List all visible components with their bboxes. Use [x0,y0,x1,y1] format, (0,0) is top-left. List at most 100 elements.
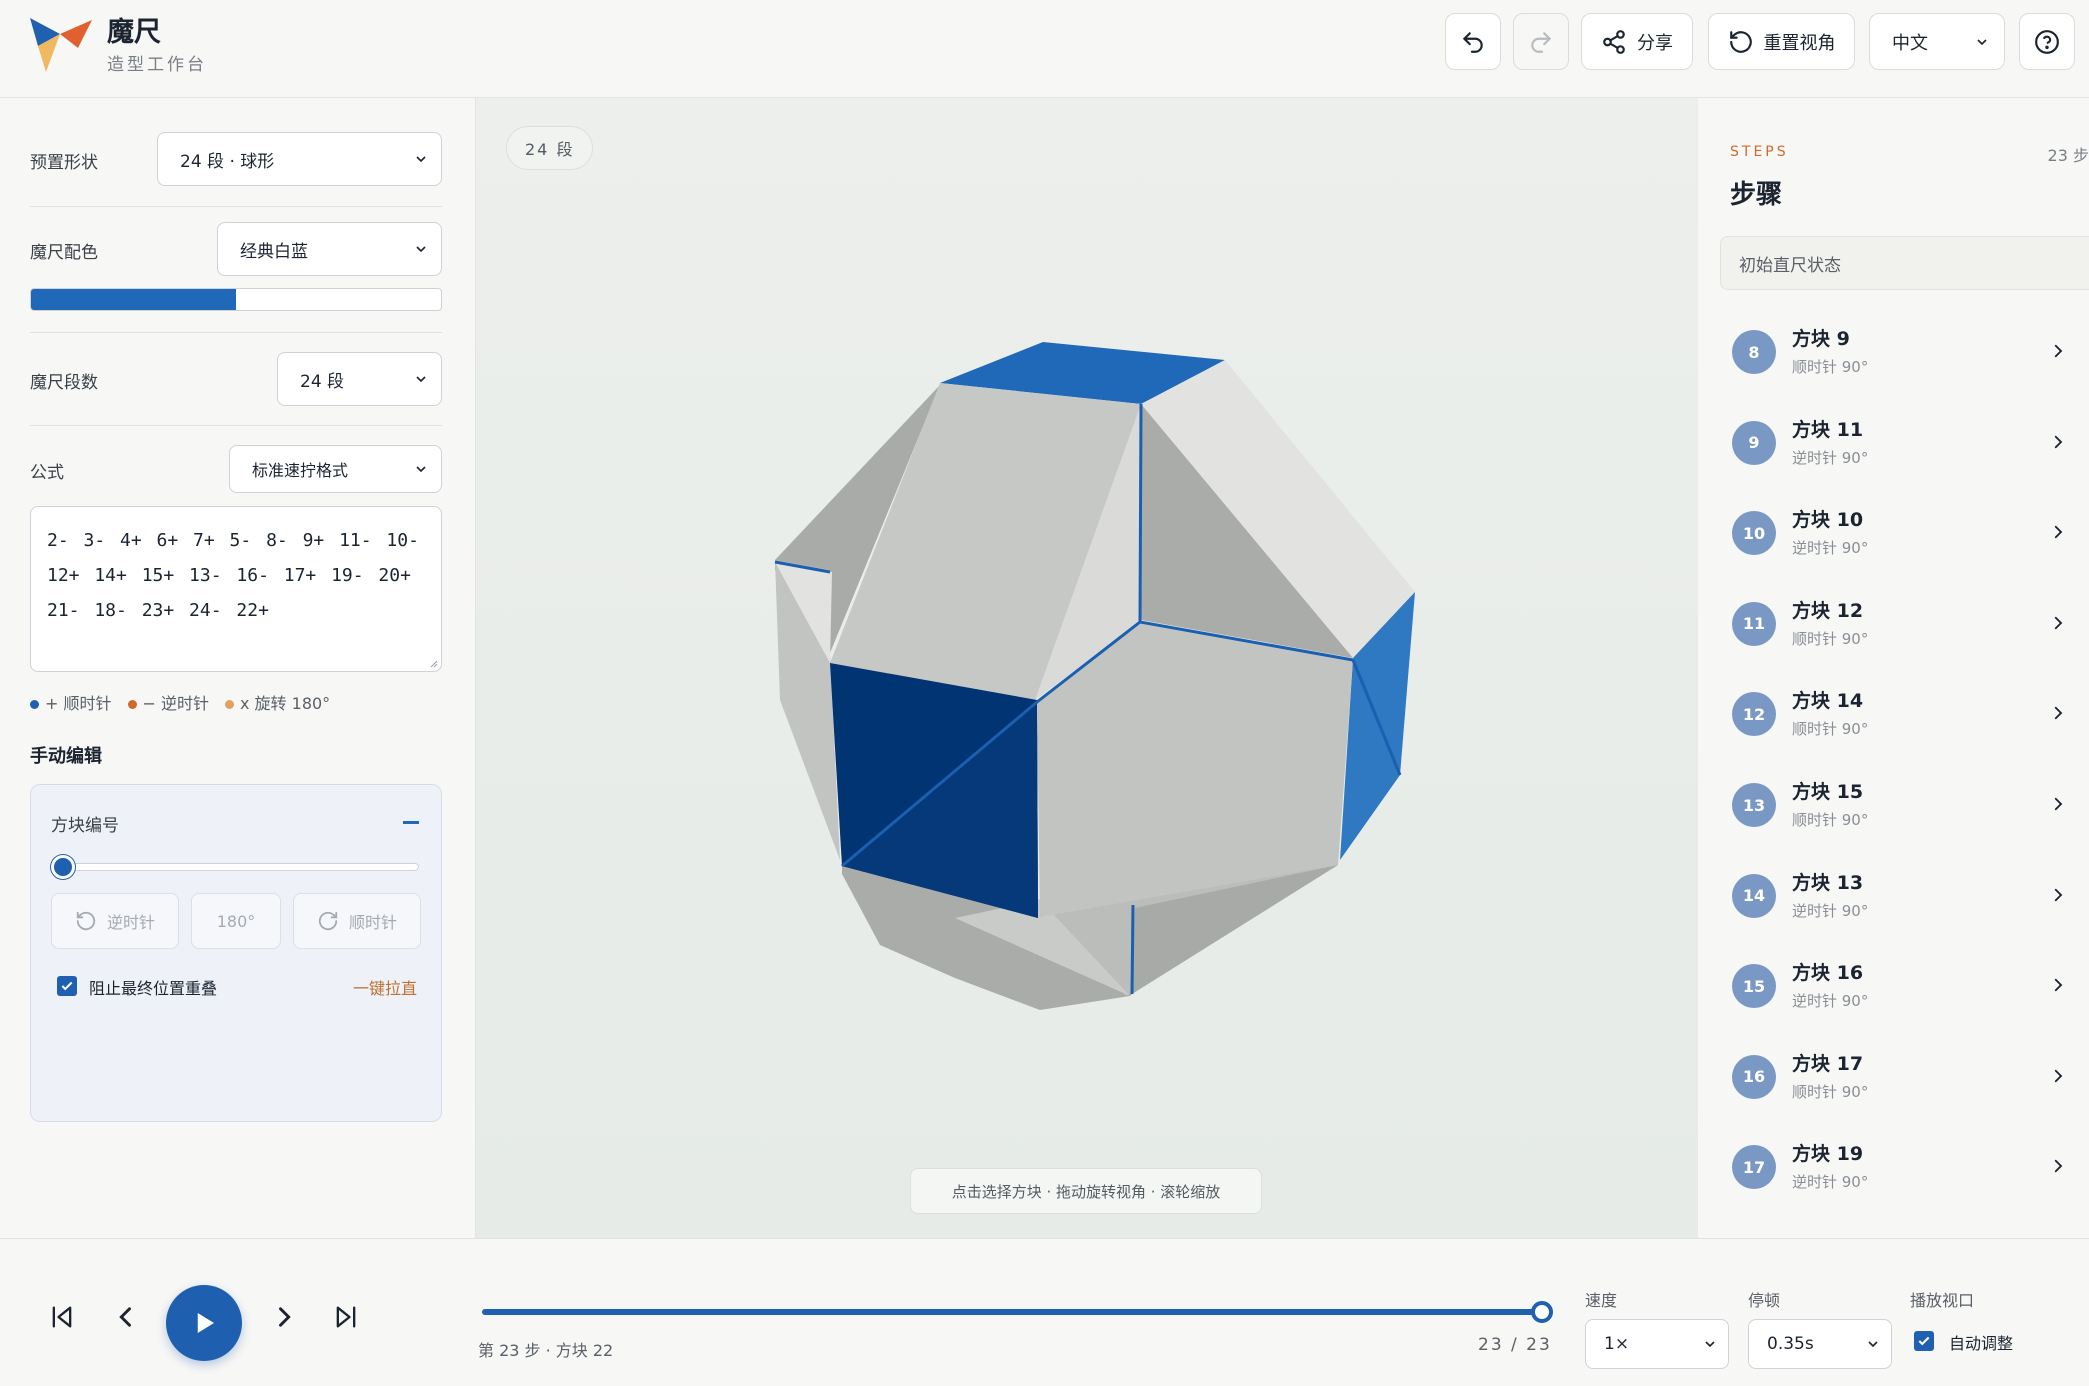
initial-state-item[interactable]: 初始直尺状态 [1720,236,2089,290]
redo-button[interactable] [1513,13,1569,70]
rotate-ccw-label: 逆时针 [106,913,155,932]
chevron-right-icon [2054,435,2063,448]
top-bar: 魔尺 造型工作台 分享 重置视角 中文 [0,0,2089,98]
manual-edit-card: 方块编号 逆时针 180° 顺时针 阻止最终位置重叠 一键拉直 [30,784,442,1122]
step-item[interactable]: 17 方块 19 逆时针 90° [1698,1123,2089,1213]
segments-select[interactable]: 24 段 [277,352,442,406]
chevron-right-icon [2054,888,2063,901]
skip-to-end-icon[interactable] [332,1303,360,1331]
formula-textarea[interactable]: 2- 3- 4+ 6+ 7+ 5- 8- 9+ 11- 10- 12+ 14+ … [30,506,442,672]
step-direction: 顺时针 90° [1792,358,1869,376]
step-title: 方块 9 [1792,328,1850,350]
step-item[interactable]: 14 方块 13 逆时针 90° [1698,852,2089,942]
legend-item-cw: + 顺时针 [30,690,112,714]
chevron-down-icon [1868,1341,1878,1348]
playback-bar: 第 23 步 · 方块 22 23 / 23 速度 1× 停顿 0.35s 播放… [0,1238,2089,1386]
speed-label: 速度 [1585,1291,1618,1310]
step-item[interactable]: 11 方块 12 顺时针 90° [1698,580,2089,670]
pause-select[interactable]: 0.35s [1748,1319,1892,1369]
auto-adjust-checkbox[interactable] [1914,1331,1934,1351]
step-direction: 逆时针 90° [1792,901,1869,920]
step-item[interactable]: 13 方块 15 顺时针 90° [1698,761,2089,851]
color-preview-bar [30,288,442,311]
step-item[interactable]: 16 方块 17 顺时针 90° [1698,1033,2089,1123]
step-item[interactable]: 9 方块 11 逆时针 90° [1698,399,2089,489]
step-title: 方块 11 [1792,418,1864,441]
block-number-label: 方块编号 [51,816,119,836]
chevron-right-icon [2054,526,2063,539]
progress-slider[interactable] [482,1309,1542,1315]
next-step-icon[interactable] [270,1303,298,1331]
reset-view-button[interactable]: 重置视角 [1708,13,1855,70]
step-number-badge: 14 [1732,873,1776,918]
app-subtitle: 造型工作台 [107,55,207,75]
rotate-180-label: 180° [216,911,256,931]
color-preview-fill [31,289,236,310]
speed-select[interactable]: 1× [1585,1319,1729,1369]
chevron-down-icon [1977,38,1987,45]
help-button[interactable] [2019,13,2075,70]
redo-icon [1531,31,1551,53]
legend-dot [30,700,39,709]
step-direction: 顺时针 90° [1792,811,1869,829]
rotate-cw-label: 顺时针 [348,913,397,932]
left-panel: 预置形状 24 段 · 球形 魔尺配色 经典白蓝 魔尺段数 24 段 公式 标准… [0,98,476,1238]
viewport-label: 播放视口 [1910,1291,1975,1310]
legend-item-180: x 旋转 180° [225,690,330,714]
preset-value: 24 段 · 球形 [180,151,275,172]
preset-label: 预置形状 [30,153,98,173]
step-number-badge: 15 [1732,964,1776,1009]
viewport-hint: 点击选择方块 · 拖动旋转视角 · 滚轮缩放 [910,1168,1262,1214]
3d-viewport[interactable]: 24 段 点击选择方块 · 拖动旋转视角 · 滚轮缩放 [476,98,1698,1238]
progress-thumb[interactable] [1531,1301,1553,1323]
undo-button[interactable] [1445,13,1501,70]
steps-count: 23 步 [2047,146,2089,165]
formula-format-select[interactable]: 标准速拧格式 [229,445,442,493]
step-direction: 逆时针 90° [1792,539,1869,558]
chevron-down-icon [416,246,426,253]
help-icon [2035,29,2059,54]
divider [30,332,442,333]
step-item[interactable]: 8 方块 9 顺时针 90° [1698,308,2089,398]
skip-to-start-icon[interactable] [48,1303,76,1331]
divider [30,425,442,426]
rotate-ccw-button[interactable]: 逆时针 [51,893,179,949]
rotate-cw-icon [318,911,338,931]
play-icon [197,1313,214,1333]
step-item[interactable]: 12 方块 14 顺时针 90° [1698,670,2089,760]
straighten-link[interactable]: 一键拉直 [353,975,417,999]
step-item[interactable]: 15 方块 16 逆时针 90° [1698,942,2089,1032]
reset-view-label: 重置视角 [1763,32,1836,54]
collapse-icon[interactable] [403,821,419,824]
slider-thumb[interactable] [51,855,75,879]
resize-handle-icon[interactable] [428,658,438,668]
legend-item-ccw: − 逆时针 [127,690,209,714]
rotate-180-button[interactable]: 180° [191,893,281,949]
manual-edit-title: 手动编辑 [30,746,102,767]
steps-panel: STEPS 23 步 步骤 初始直尺状态 8 方块 9 顺时针 90° 9 方块 11 逆… [1698,98,2089,1238]
snake-puzzle-model[interactable] [476,98,1698,1238]
auto-adjust-label: 自动调整 [1949,1334,2014,1353]
prevent-overlap-checkbox[interactable] [57,976,77,996]
step-item[interactable]: 10 方块 10 逆时针 90° [1698,489,2089,579]
steps-eyebrow: STEPS [1730,144,1789,160]
color-scheme-select[interactable]: 经典白蓝 [217,222,442,276]
play-button[interactable] [166,1285,242,1361]
previous-step-icon[interactable] [112,1303,140,1331]
language-select[interactable]: 中文 [1869,13,2005,70]
step-title: 方块 14 [1792,690,1864,713]
app-logo [30,18,92,72]
current-step-text: 第 23 步 · 方块 22 [478,1341,614,1360]
color-label: 魔尺配色 [30,243,98,263]
checkmark-icon [1918,1336,1930,1346]
step-number-badge: 17 [1732,1145,1776,1190]
block-number-slider[interactable] [63,863,419,871]
divider [30,206,442,207]
legend-dot [225,700,234,709]
progress-count: 23 / 23 [1478,1335,1552,1355]
preset-select[interactable]: 24 段 · 球形 [157,132,442,186]
pause-label: 停顿 [1748,1291,1781,1310]
share-button[interactable]: 分享 [1581,13,1693,70]
rotate-cw-button[interactable]: 顺时针 [293,893,421,949]
reset-icon [1729,30,1752,53]
